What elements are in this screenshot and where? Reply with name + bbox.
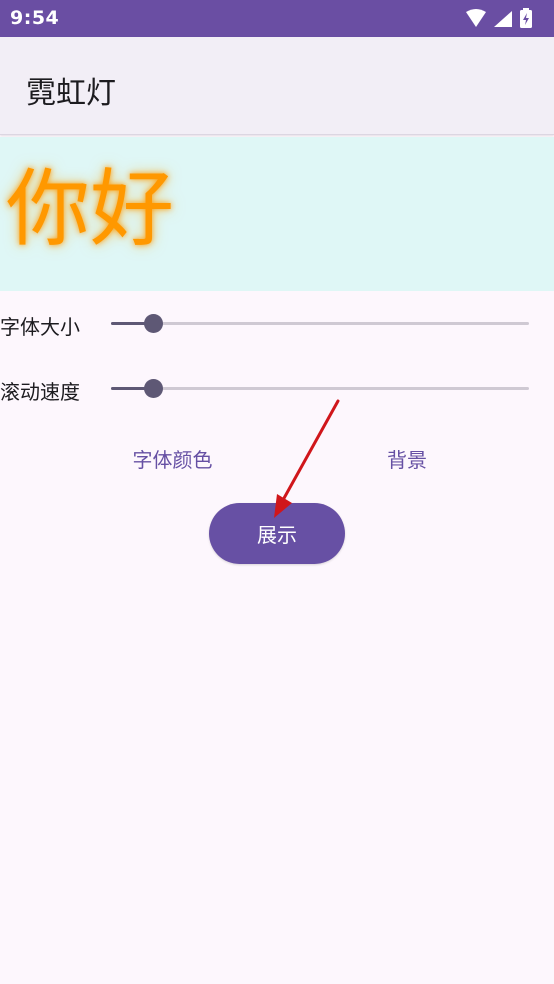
scroll-speed-slider[interactable]: [111, 379, 529, 398]
wifi-icon: [466, 9, 486, 27]
show-button[interactable]: 展示: [209, 503, 345, 564]
status-bar: 9:54: [0, 0, 554, 37]
scroll-speed-row: 滚动速度: [0, 369, 554, 409]
status-time: 9:54: [10, 7, 60, 29]
font-size-label: 字体大小: [0, 315, 80, 339]
scroll-speed-slider-thumb[interactable]: [143, 379, 163, 398]
font-size-row: 字体大小: [0, 304, 554, 344]
font-size-slider[interactable]: [111, 314, 529, 333]
app-title: 霓虹灯: [26, 76, 116, 111]
battery-charging-icon: [520, 8, 532, 28]
font-size-slider-thumb[interactable]: [143, 314, 163, 333]
background-button[interactable]: 背景: [376, 440, 438, 480]
app-bar: 霓虹灯: [0, 37, 554, 135]
signal-icon: [494, 11, 512, 27]
neon-preview-text: 你好: [6, 160, 175, 258]
font-color-button[interactable]: 字体颜色: [120, 440, 225, 480]
neon-preview: 你好: [0, 137, 554, 291]
status-icons: [466, 8, 532, 28]
scroll-speed-label: 滚动速度: [0, 380, 80, 404]
